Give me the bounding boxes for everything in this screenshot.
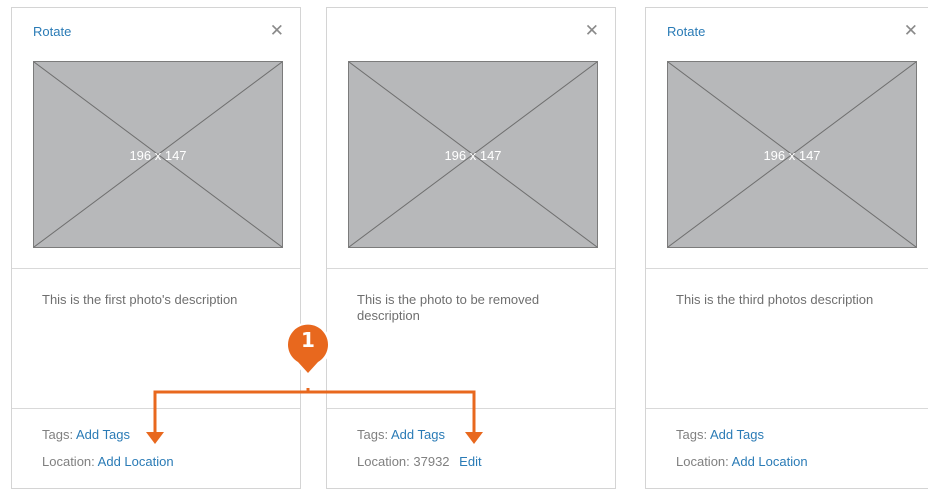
photo-placeholder: 196 x 147 (667, 61, 917, 248)
divider (12, 268, 300, 269)
add-location-link[interactable]: Add Location (98, 454, 174, 469)
annotation-marker: 1 (283, 318, 333, 378)
photo-card-1: Rotate ✕ 196 x 147 This is the first pho… (11, 7, 301, 489)
tags-row: Tags: Add Tags (357, 427, 445, 442)
location-value: 37932 (413, 454, 450, 469)
annotation-number: 1 (301, 328, 315, 352)
placeholder-dimensions: 196 x 147 (129, 148, 187, 163)
divider (646, 268, 928, 269)
add-tags-link[interactable]: Add Tags (710, 427, 764, 442)
location-label: Location: (676, 454, 729, 469)
placeholder-dimensions: 196 x 147 (444, 148, 502, 163)
rotate-link[interactable]: Rotate (667, 24, 705, 39)
close-icon[interactable]: ✕ (904, 22, 918, 40)
photo-placeholder: 196 x 147 (33, 61, 283, 248)
location-row: Location: 37932 Edit (357, 454, 482, 469)
photo-description[interactable]: This is the photo to be removed descript… (357, 292, 593, 324)
tags-row: Tags: Add Tags (676, 427, 764, 442)
divider (327, 268, 615, 269)
tags-label: Tags: (357, 427, 389, 442)
location-row: Location: Add Location (676, 454, 808, 469)
photo-description[interactable]: This is the third photos description (676, 292, 912, 308)
divider (327, 408, 615, 409)
location-row: Location: Add Location (42, 454, 174, 469)
photo-card-2: ✕ 196 x 147 This is the photo to be remo… (326, 7, 616, 489)
divider (12, 408, 300, 409)
photo-description[interactable]: This is the first photo's description (42, 292, 278, 308)
location-label: Location: (357, 454, 410, 469)
add-location-link[interactable]: Add Location (732, 454, 808, 469)
close-icon[interactable]: ✕ (585, 22, 599, 40)
placeholder-dimensions: 196 x 147 (763, 148, 821, 163)
tags-label: Tags: (42, 427, 74, 442)
photo-card-3: Rotate ✕ 196 x 147 This is the third pho… (645, 7, 928, 489)
tags-row: Tags: Add Tags (42, 427, 130, 442)
photo-placeholder: 196 x 147 (348, 61, 598, 248)
add-tags-link[interactable]: Add Tags (391, 427, 445, 442)
divider (646, 408, 928, 409)
rotate-link[interactable]: Rotate (33, 24, 71, 39)
close-icon[interactable]: ✕ (270, 22, 284, 40)
add-tags-link[interactable]: Add Tags (76, 427, 130, 442)
edit-location-link[interactable]: Edit (459, 454, 481, 469)
tags-label: Tags: (676, 427, 708, 442)
location-label: Location: (42, 454, 95, 469)
